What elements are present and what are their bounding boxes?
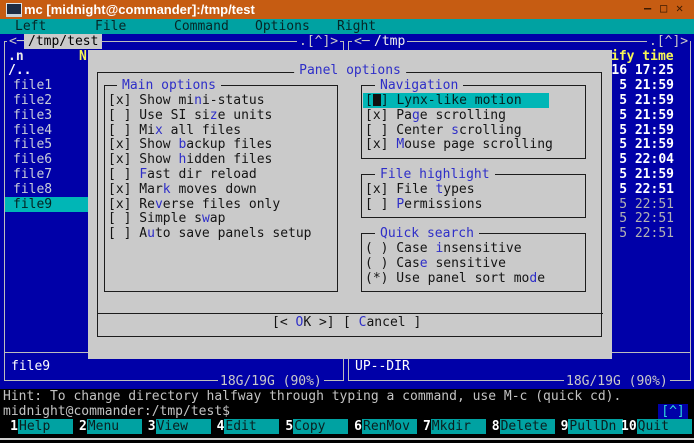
fkey-edit[interactable]: 4Edit [210, 419, 279, 434]
radio-case-sensitive[interactable]: ( ) Case sensitive [365, 256, 506, 271]
dialog-title: Panel options [294, 63, 406, 78]
checkbox-reverse-files-only[interactable]: [x] Reverse files only [108, 197, 280, 212]
checkbox-auto-save-panels-setup[interactable]: [ ] Auto save panels setup [108, 226, 312, 241]
mtime-cell[interactable]: 5 22:51 [619, 211, 674, 226]
checkbox-permissions[interactable]: [ ] Permissions [365, 197, 482, 212]
scroll-up-badge[interactable]: [^] [658, 404, 688, 419]
checkbox-center-scrolling[interactable]: [ ] Center scrolling [365, 123, 522, 138]
file-row[interactable]: file4 [13, 123, 52, 138]
menu-command[interactable]: Command [174, 19, 229, 34]
file-row[interactable]: file3 [13, 108, 52, 123]
maximize-icon[interactable]: □ [660, 1, 667, 15]
mc-window: mc [midnight@commander]:/tmp/test – □ ✕ … [0, 0, 694, 443]
file-highlight-group-title: File highlight [375, 167, 495, 182]
navigation-group-title: Navigation [375, 78, 463, 93]
mtime-cell[interactable]: 5 21:59 [619, 167, 674, 182]
file-row[interactable]: file7 [13, 167, 52, 182]
file-row[interactable]: file5 [13, 137, 52, 152]
mtime-cell[interactable]: 5 21:59 [619, 93, 674, 108]
checkbox-use-si-size-units[interactable]: [ ] Use SI size units [108, 108, 272, 123]
mtime-cell[interactable]: 5 21:59 [619, 123, 674, 138]
left-ministatus: file9 [11, 359, 50, 374]
left-free-space: 18G/19G (90%) [218, 374, 324, 389]
window-bottom-border [0, 438, 694, 440]
fkey-quit[interactable]: 10Quit [621, 419, 692, 434]
title-bar: mc [midnight@commander]:/tmp/test – □ ✕ [0, 0, 694, 19]
hint-line: Hint: To change directory halfway throug… [3, 389, 621, 404]
left-name-column-header[interactable]: N [79, 49, 87, 64]
checkbox-show-backup-files[interactable]: [x] Show backup files [108, 137, 272, 152]
menu-right[interactable]: Right [337, 19, 376, 34]
close-icon[interactable]: ✕ [676, 1, 683, 15]
text-cursor [373, 94, 381, 106]
mtime-cell[interactable]: 5 21:59 [619, 78, 674, 93]
radio-use-panel-sort-mode[interactable]: (*) Use panel sort mode [365, 271, 545, 286]
fkey-renmov[interactable]: 6RenMov [348, 419, 417, 434]
right-panel-arrow-icon: <─ [352, 34, 372, 49]
fkey-view[interactable]: 3View [142, 419, 211, 434]
right-free-space: 18G/19G (90%) [564, 374, 670, 389]
mtime-cell[interactable]: 5 22:51 [619, 182, 674, 197]
terminal-icon [6, 3, 22, 17]
checkbox-fast-dir-reload[interactable]: [ ] Fast dir reload [108, 167, 257, 182]
checkbox-mouse-page-scrolling[interactable]: [x] Mouse page scrolling [365, 137, 553, 152]
quick-search-group-title: Quick search [375, 226, 479, 241]
file-row[interactable]: file6 [13, 152, 52, 167]
ok-button[interactable]: [< OK >] [272, 315, 335, 330]
checkbox-page-scrolling[interactable]: [x] Page scrolling [365, 108, 506, 123]
checkbox-show-mini-status[interactable]: [x] Show mini-status [108, 93, 265, 108]
sort-indicator: .n [8, 49, 24, 64]
file-row[interactable]: file1 [13, 78, 52, 93]
checkbox-show-hidden-files[interactable]: [x] Show hidden files [108, 152, 272, 167]
menu-options[interactable]: Options [255, 19, 310, 34]
minimize-icon[interactable]: – [644, 1, 651, 15]
shell-prompt[interactable]: midnight@commander:/tmp/test$ [3, 404, 230, 419]
panel-options-dialog: Panel options Main options [x] Show mini… [88, 50, 612, 359]
mtime-cell[interactable]: 5 22:04 [619, 152, 674, 167]
right-panel-path[interactable]: /tmp [372, 34, 407, 49]
fkey-menu[interactable]: 2Menu [73, 419, 142, 434]
right-mtime-column-header[interactable]: ify time [611, 49, 674, 64]
mtime-cell[interactable]: 5 21:59 [619, 137, 674, 152]
menu-file[interactable]: File [95, 19, 126, 34]
right-panel-corner-marker[interactable]: .[^]> [647, 34, 690, 49]
left-panel-path[interactable]: /tmp/test [24, 34, 102, 49]
main-options-group-title: Main options [117, 78, 221, 93]
fkey-copy[interactable]: 5Copy [279, 419, 348, 434]
checkbox-file-types[interactable]: [x] File types [365, 182, 475, 197]
mtime-cell[interactable]: 5 22:51 [619, 226, 674, 241]
checkbox-mark-moves-down[interactable]: [x] Mark moves down [108, 182, 257, 197]
radio-case-insensitive[interactable]: ( ) Case insensitive [365, 241, 522, 256]
button-separator [97, 313, 603, 314]
fkey-delete[interactable]: 8Delete [486, 419, 555, 434]
mtime-cell[interactable]: 5 21:59 [619, 108, 674, 123]
fkey-help[interactable]: 1Help [4, 419, 73, 434]
mtime-cell[interactable]: 5 22:51 [619, 197, 674, 212]
left-panel-corner-marker[interactable]: .[^]> [297, 34, 340, 49]
window-title: mc [midnight@commander]:/tmp/test [24, 2, 255, 17]
right-ministatus: UP--DIR [355, 359, 410, 374]
file-row[interactable]: /.. [8, 63, 31, 78]
checkbox-mix-all-files[interactable]: [ ] Mix all files [108, 123, 241, 138]
checkbox-simple-swap[interactable]: [ ] Simple swap [108, 211, 225, 226]
mtime-cell[interactable]: 16 17:25 [611, 63, 674, 78]
fkey-mkdir[interactable]: 7Mkdir [417, 419, 486, 434]
file-row[interactable]: file2 [13, 93, 52, 108]
checkbox-lynx-like-motion[interactable]: [] Lynx-like motion [363, 93, 549, 108]
fkey-pulldn[interactable]: 9PullDn [554, 419, 623, 434]
menu-left[interactable]: Left [15, 19, 46, 34]
cancel-button[interactable]: [ Cancel ] [343, 315, 421, 330]
file-row[interactable]: file8 [13, 182, 52, 197]
